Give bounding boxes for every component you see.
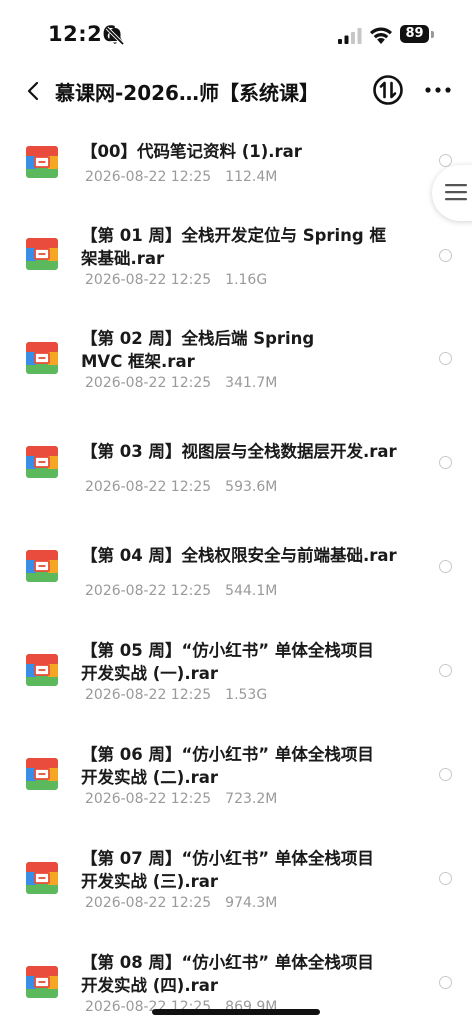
archive-file-icon [26, 342, 58, 374]
file-size: 1.16G [225, 272, 268, 288]
file-meta: 2026-08-22 12:25 974.3M [85, 895, 277, 911]
file-name: 【第 08 周】“仿小红书” 单体全栈项目开发实战 (四).rar [81, 953, 374, 995]
file-name: 【第 06 周】“仿小红书” 单体全栈项目开发实战 (二).rar [81, 745, 374, 787]
file-name: 【第 01 周】全栈开发定位与 Spring 框架基础.rar [81, 226, 386, 268]
archive-file-icon [26, 238, 58, 270]
file-name: 【第 03 周】视图层与全栈数据层开发.rar [81, 442, 397, 461]
archive-file-icon [26, 758, 58, 790]
nav-bar: 慕课网-2026…师【系统课】 [0, 64, 472, 120]
select-radio[interactable] [439, 352, 452, 365]
battery-tip [431, 31, 434, 38]
file-size: 544.1M [225, 583, 278, 599]
menu-icon [445, 184, 467, 201]
file-item-0[interactable]: 【00】代码笔记资料 (1).rar 2026-08-22 12:25 112.4… [0, 120, 472, 224]
archive-file-icon [26, 654, 58, 686]
select-radio[interactable] [439, 249, 452, 262]
file-item-5[interactable]: 【第 05 周】“仿小红书” 单体全栈项目开发实战 (一).rar 2026-0… [0, 640, 472, 744]
select-radio[interactable] [439, 560, 452, 573]
chevron-left-icon[interactable] [22, 79, 46, 103]
archive-file-icon [26, 446, 58, 478]
wifi-icon [370, 27, 392, 44]
file-size: 112.4M [225, 169, 278, 185]
archive-file-icon [26, 146, 58, 178]
select-radio[interactable] [439, 456, 452, 469]
file-size: 341.7M [225, 375, 278, 391]
file-name: 【第 02 周】全栈后端 Spring MVC 框架.rar [81, 329, 315, 371]
file-meta: 2026-08-22 12:25 544.1M [85, 583, 277, 599]
file-date: 2026-08-22 12:25 [85, 895, 212, 911]
battery-indicator: 89 [400, 25, 429, 43]
signal-icon [338, 28, 362, 44]
file-list: 【00】代码笔记资料 (1).rar 2026-08-22 12:25 112.4… [0, 120, 472, 1024]
status-bar: 12:26 89 [0, 0, 472, 64]
file-size: 974.3M [225, 895, 278, 911]
file-date: 2026-08-22 12:25 [85, 479, 212, 495]
file-meta: 2026-08-22 12:25 723.2M [85, 791, 277, 807]
sort-icon[interactable] [372, 74, 404, 106]
file-item-4[interactable]: 【第 04 周】全栈权限安全与前端基础.rar 2026-08-22 12:25… [0, 536, 472, 640]
file-meta: 2026-08-22 12:25 112.4M [85, 169, 277, 185]
file-size: 593.6M [225, 479, 278, 495]
select-radio[interactable] [439, 768, 452, 781]
file-size: 723.2M [225, 791, 278, 807]
file-meta: 2026-08-22 12:25 593.6M [85, 479, 277, 495]
file-meta: 2026-08-22 12:25 1.16G [85, 272, 267, 288]
archive-file-icon [26, 966, 58, 998]
file-item-7[interactable]: 【第 07 周】“仿小红书” 单体全栈项目开发实战 (三).rar 2026-0… [0, 848, 472, 952]
file-date: 2026-08-22 12:25 [85, 169, 212, 185]
archive-file-icon [26, 862, 58, 894]
bell-slash-icon [105, 26, 125, 46]
file-date: 2026-08-22 12:25 [85, 375, 212, 391]
select-radio[interactable] [439, 872, 452, 885]
file-size: 1.53G [225, 687, 268, 703]
file-name: 【第 07 周】“仿小红书” 单体全栈项目开发实战 (三).rar [81, 849, 374, 891]
file-name: 【00】代码笔记资料 (1).rar [81, 142, 302, 161]
select-radio[interactable] [439, 154, 452, 167]
file-item-6[interactable]: 【第 06 周】“仿小红书” 单体全栈项目开发实战 (二).rar 2026-0… [0, 744, 472, 848]
file-meta: 2026-08-22 12:25 1.53G [85, 687, 267, 703]
home-indicator[interactable] [152, 1009, 320, 1015]
file-name: 【第 05 周】“仿小红书” 单体全栈项目开发实战 (一).rar [81, 641, 374, 683]
file-date: 2026-08-22 12:25 [85, 583, 212, 599]
file-item-3[interactable]: 【第 03 周】视图层与全栈数据层开发.rar 2026-08-22 12:25… [0, 432, 472, 536]
select-radio[interactable] [439, 976, 452, 989]
page-title: 慕课网-2026…师【系统课】 [55, 81, 319, 105]
select-radio[interactable] [439, 664, 452, 677]
file-date: 2026-08-22 12:25 [85, 272, 212, 288]
file-date: 2026-08-22 12:25 [85, 791, 212, 807]
archive-file-icon [26, 550, 58, 582]
file-name: 【第 04 周】全栈权限安全与前端基础.rar [81, 546, 397, 565]
file-meta: 2026-08-22 12:25 341.7M [85, 375, 277, 391]
more-horizontal-icon[interactable] [424, 78, 452, 102]
file-item-2[interactable]: 【第 02 周】全栈后端 Spring MVC 框架.rar 2026-08-2… [0, 328, 472, 432]
file-item-1[interactable]: 【第 01 周】全栈开发定位与 Spring 框架基础.rar 2026-08-… [0, 224, 472, 328]
file-date: 2026-08-22 12:25 [85, 687, 212, 703]
